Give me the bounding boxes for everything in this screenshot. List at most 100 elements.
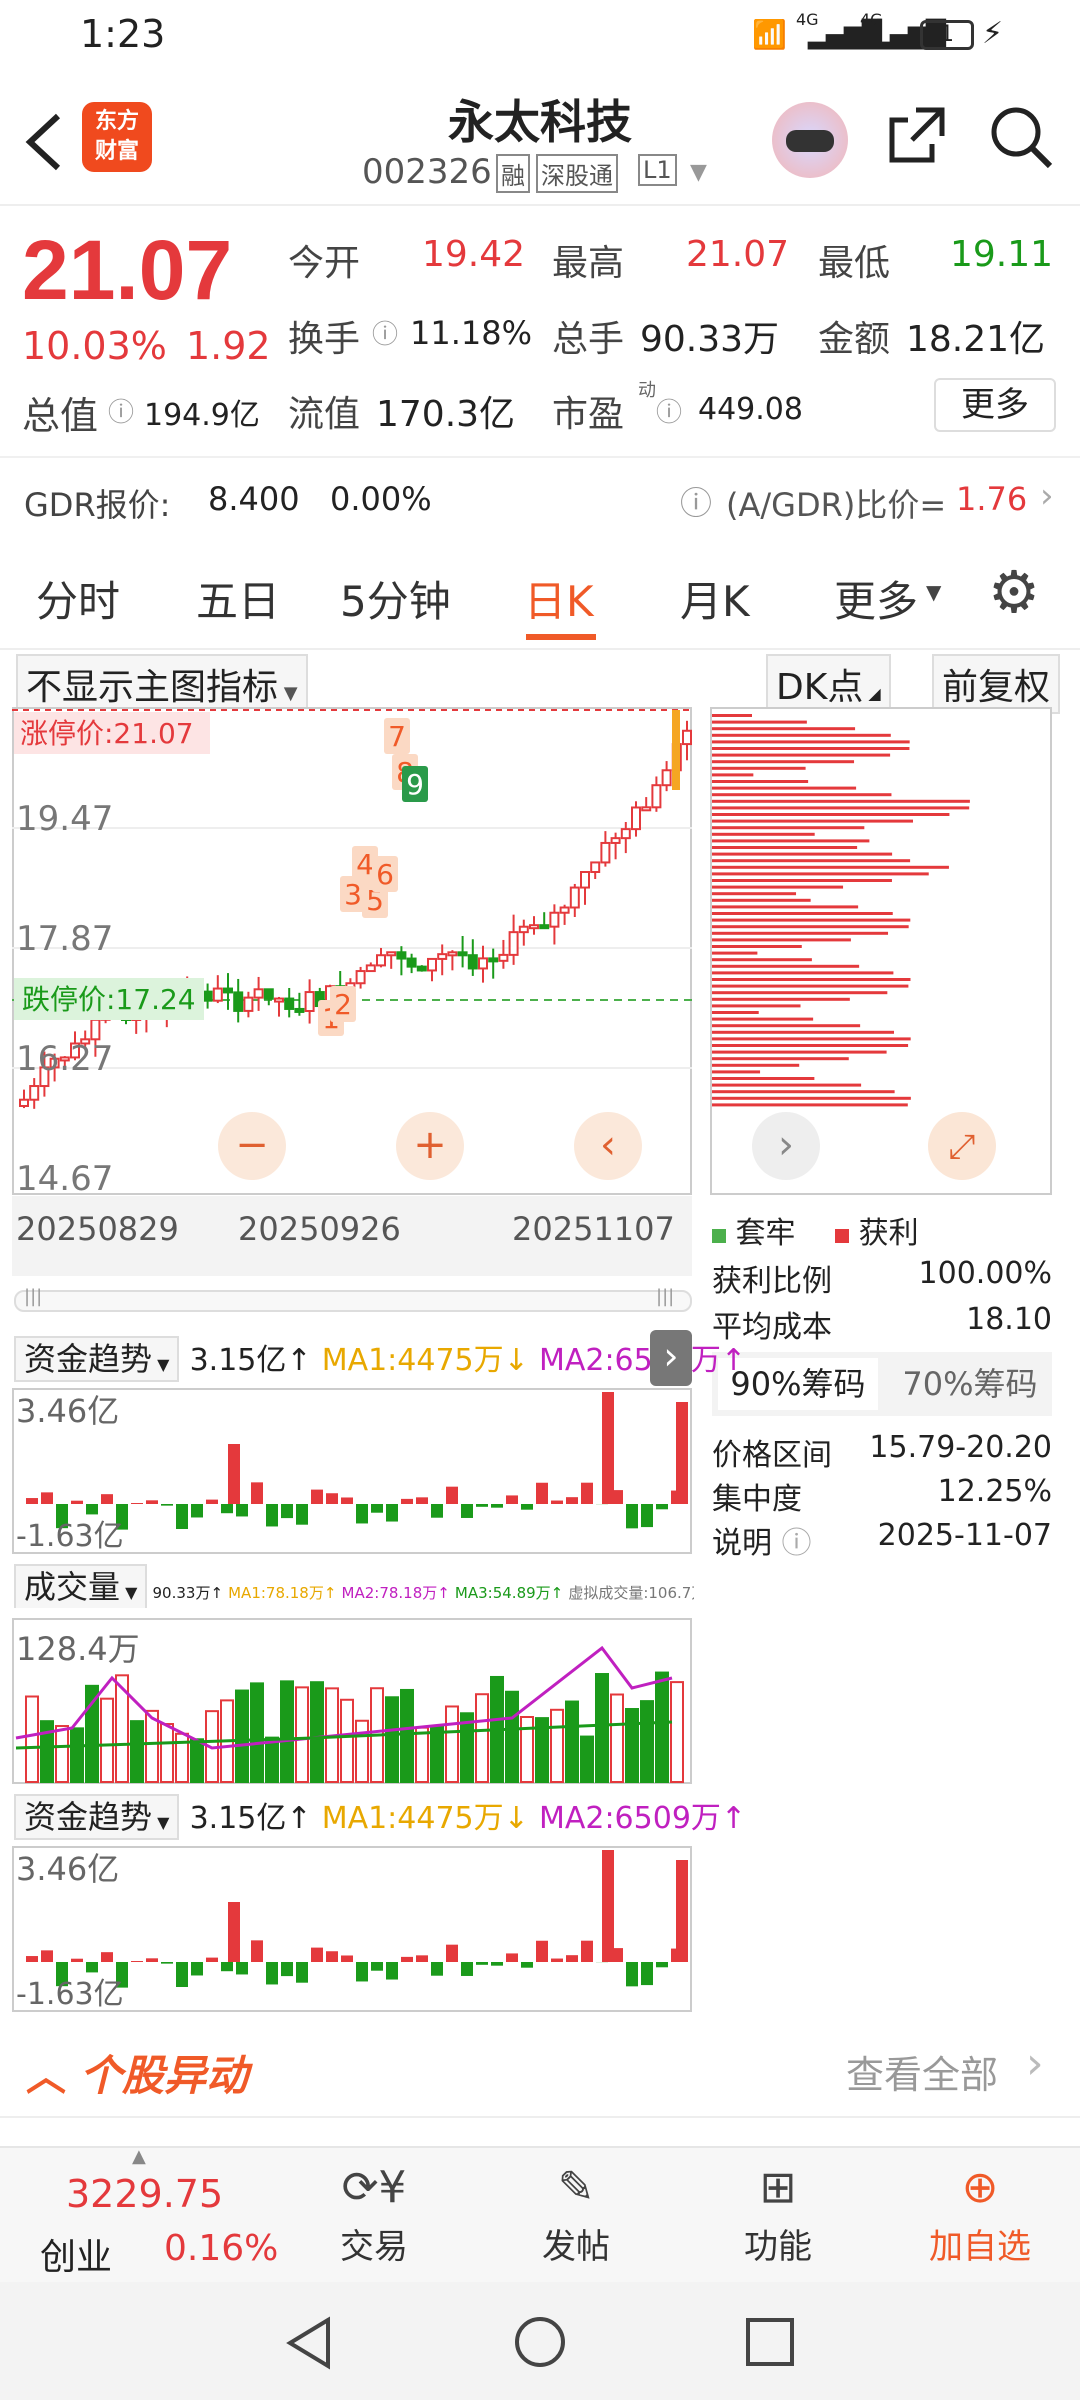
- candle: [90, 1018, 101, 1041]
- view-all-link[interactable]: 查看全部: [846, 2044, 998, 2099]
- chip-bar: [712, 1044, 909, 1047]
- fund-bar: [371, 1962, 383, 1971]
- chip-distribution-chart[interactable]: › ⤢: [710, 706, 1052, 1196]
- fund-bar: [566, 1955, 578, 1962]
- nav-recents-icon[interactable]: [744, 2316, 796, 2368]
- chip-bar: [712, 786, 857, 790]
- fund-bar: [131, 1961, 143, 1962]
- chip-bar: [712, 931, 889, 935]
- function-button[interactable]: ⊞ 功能: [698, 2162, 858, 2268]
- tab-daily-k[interactable]: 日K: [524, 568, 594, 629]
- index-widget[interactable]: ▲ 3229.75 创业 0.16%: [20, 2146, 280, 2284]
- info-icon[interactable]: ⓘ: [656, 392, 682, 429]
- chip-bar: [712, 839, 870, 843]
- scroll-handle-left[interactable]: |||: [24, 1286, 42, 1307]
- marker-4: 4: [356, 848, 374, 881]
- index-value: 3229.75: [66, 2172, 224, 2216]
- tab-intraday[interactable]: 分时: [36, 568, 120, 629]
- fund-bar: [191, 1962, 203, 1976]
- fund-bar: [416, 1955, 428, 1962]
- dk-select[interactable]: DK点 ◢: [766, 654, 891, 714]
- gdr-row[interactable]: GDR报价: 8.400 0.00% ⓘ (A/GDR)比价= 1.76 ›: [0, 456, 1080, 540]
- search-icon[interactable]: [988, 104, 1054, 170]
- fund-bar: [656, 1504, 668, 1510]
- yen-icon: ⟳¥: [341, 2162, 407, 2213]
- info-icon[interactable]: ⓘ: [108, 392, 134, 429]
- chevron-down-icon[interactable]: ▼: [690, 160, 707, 185]
- fund-trend-chart-2[interactable]: 3.46亿 -1.63亿: [12, 1846, 692, 2012]
- volume-label: 成交量: [24, 1568, 121, 1606]
- volume-bar: [55, 1725, 69, 1784]
- fund-trend-chart[interactable]: 3.46亿 -1.63亿: [12, 1388, 692, 1554]
- fund-bar: [236, 1962, 248, 1975]
- trade-button[interactable]: ⟳¥ 交易: [294, 2162, 454, 2268]
- info-icon[interactable]: ⓘ: [372, 314, 398, 351]
- fund-bar: [356, 1504, 368, 1524]
- fund-bar: [221, 1504, 233, 1514]
- chip-bar: [712, 938, 851, 942]
- volume-bar: [640, 1700, 654, 1783]
- add-watchlist-label: 加自选: [929, 2227, 1031, 2267]
- add-circle-icon: ⊕: [961, 2162, 999, 2213]
- nav-back-icon[interactable]: [284, 2316, 334, 2370]
- tab-more[interactable]: 更多: [834, 568, 918, 629]
- vol-virtual: 虚拟成交量:106.7万: [568, 1584, 694, 1602]
- chip-bar: [712, 747, 910, 750]
- scroll-handle-right[interactable]: |||: [656, 1286, 674, 1307]
- indicator-select[interactable]: 不显示主图指标 ▼: [16, 654, 308, 714]
- candle: [651, 784, 662, 809]
- tab-5min[interactable]: 5分钟: [340, 568, 451, 629]
- chip-bar: [712, 945, 802, 948]
- tab-70-chips[interactable]: 70%筹码: [890, 1358, 1050, 1410]
- fund-bar: [401, 1956, 413, 1962]
- fund-bar: [656, 1962, 668, 1968]
- volume-chart[interactable]: 128.4万: [12, 1618, 692, 1784]
- volume-bar: [250, 1682, 264, 1783]
- candle: [355, 970, 366, 985]
- fund-bar: [356, 1962, 368, 1982]
- chip-bar: [712, 852, 893, 856]
- fund-bar: [491, 1504, 503, 1508]
- y-tick-2: 17.87: [16, 919, 113, 959]
- fund-bar: [176, 1504, 188, 1530]
- panel-next-button[interactable]: ›: [650, 1330, 692, 1386]
- tab-five-day[interactable]: 五日: [196, 568, 280, 629]
- fund-bar: [386, 1962, 398, 1980]
- info-icon[interactable]: ⓘ: [782, 1526, 812, 1561]
- margin-badge: 融: [496, 154, 530, 193]
- chip-bar: [712, 760, 855, 764]
- gear-icon[interactable]: ⚙: [988, 558, 1040, 626]
- nav-home-icon[interactable]: [512, 2314, 568, 2370]
- chip-bar: [712, 1004, 801, 1008]
- chip-bar: [712, 1057, 849, 1061]
- fund-trend-select[interactable]: 资金趋势 ▼: [14, 1794, 180, 1840]
- chip-bar: [712, 964, 860, 968]
- fund-bar: [341, 1955, 353, 1962]
- help-icon[interactable]: ⓘ: [680, 478, 712, 524]
- chip-bar: [712, 951, 758, 955]
- volume-bar: [430, 1725, 444, 1783]
- chip-bar: [712, 826, 865, 830]
- add-watchlist-button[interactable]: ⊕ 加自选: [900, 2162, 1060, 2268]
- marker-7: 7: [388, 720, 406, 753]
- assistant-avatar[interactable]: [772, 102, 848, 178]
- fund-bar: [221, 1962, 233, 1972]
- candle: [620, 828, 631, 840]
- fund-top-label: 3.46亿: [16, 1392, 119, 1430]
- tab-monthly-k[interactable]: 月K: [680, 568, 750, 629]
- volume-bar: [610, 1693, 624, 1783]
- adjust-select[interactable]: 前复权: [932, 654, 1061, 714]
- range-scrollbar[interactable]: ||| |||: [14, 1286, 692, 1312]
- more-button[interactable]: 更多: [934, 378, 1056, 432]
- chip-bar: [712, 865, 949, 869]
- chip-bar: [712, 1024, 861, 1028]
- chevron-right-icon: ›: [778, 1122, 794, 1168]
- fund-bar: [26, 1956, 38, 1962]
- post-button[interactable]: ✎ 发帖: [496, 2162, 656, 2268]
- volume-select[interactable]: 成交量 ▼: [14, 1564, 148, 1608]
- fund-bar: [86, 1962, 98, 1973]
- candle: [569, 886, 580, 909]
- kline-chart[interactable]: 涨停价:21.07 跌停价:17.24 19.47 17.87 16.27 14…: [12, 706, 692, 1196]
- share-icon[interactable]: [886, 104, 948, 166]
- fund-trend-select[interactable]: 资金趋势 ▼: [14, 1336, 180, 1382]
